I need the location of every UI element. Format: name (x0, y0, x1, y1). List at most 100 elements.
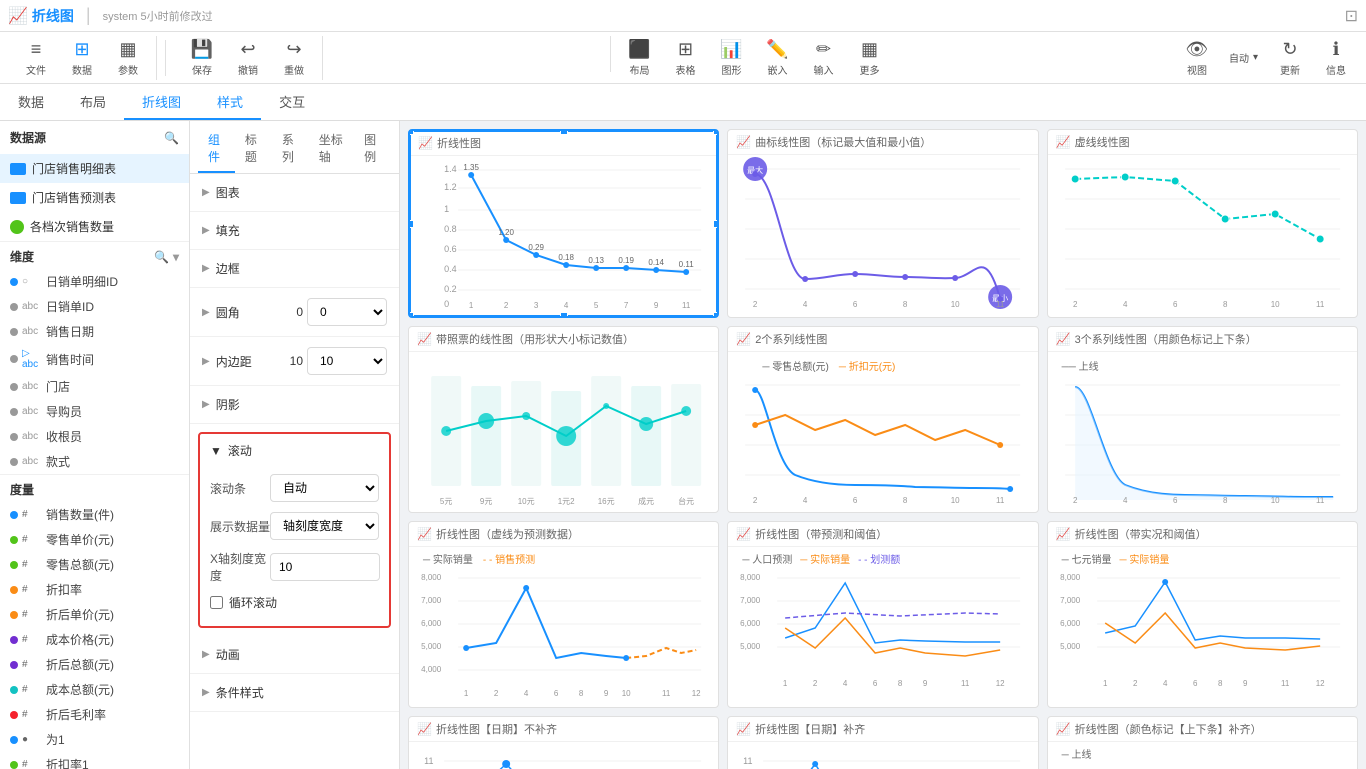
handle-tc[interactable] (560, 129, 568, 135)
section-chart-header[interactable]: ▶ 图表 (190, 174, 399, 211)
chart-card-10[interactable]: 📈 折线性图【日期】不补齐 11 10 9 (408, 716, 719, 769)
chart-card-9[interactable]: 📈 折线性图（带实况和阈值） ─ 七元销量 ─ 实际销量 8,000 7,000… (1047, 521, 1358, 708)
corner-arrow-icon: ▶ (202, 307, 210, 318)
datasource-item-1[interactable]: 门店销售明细表 (0, 154, 189, 183)
table-button[interactable]: ⊞ 表格 (663, 36, 707, 80)
chart-title-10: 📈 折线性图【日期】不补齐 (409, 717, 718, 742)
svg-text:11: 11 (1281, 679, 1290, 688)
field-item-4[interactable]: ▷ abc 销售时间 (0, 344, 189, 374)
padding-select[interactable]: 10 (307, 347, 387, 375)
field-item-5[interactable]: abc 门店 (0, 374, 189, 399)
svg-text:0.29: 0.29 (528, 243, 544, 252)
section-shadow-header[interactable]: ▶ 阴影 (190, 386, 399, 423)
chart-card-3[interactable]: 📈 虚线线性图 (1047, 129, 1358, 318)
measure-item-8[interactable]: # 成本总额(元) (0, 677, 189, 702)
chart-card-5[interactable]: 📈 2个系列线性图 ─ 零售总额(元) ─ 折扣元(元) (727, 326, 1038, 513)
info-button[interactable]: ℹ 信息 (1314, 36, 1358, 80)
datasource-actions[interactable]: 🔍 (164, 131, 179, 145)
measure-item-6[interactable]: # 成本价格(元) (0, 627, 189, 652)
tab-layout[interactable]: 布局 (62, 84, 124, 120)
scroll-section-header[interactable]: ▼ 滚动 (200, 434, 389, 467)
update-button[interactable]: ↻ 更新 (1268, 36, 1312, 80)
corner-select[interactable]: 0 (307, 298, 387, 326)
measure-item-4[interactable]: # 折扣率 (0, 577, 189, 602)
measure-item-2[interactable]: # 零售单价(元) (0, 527, 189, 552)
measure-item-11[interactable]: # 折扣率1 (0, 752, 189, 769)
condition-arrow-icon: ▶ (202, 687, 210, 698)
tab-linechart[interactable]: 折线图 (124, 84, 199, 120)
field-item-3[interactable]: abc 销售日期 (0, 319, 189, 344)
style-tab-legend[interactable]: 图例 (354, 125, 391, 173)
params-button[interactable]: ▦ 参数 (106, 36, 150, 80)
chart-card-7[interactable]: 📈 折线性图（虚线为预测数据） ─ 实际销量 - - 销售预测 8,000 7,… (408, 521, 719, 708)
datasource-item-3[interactable]: 各档次销售数量 (0, 212, 189, 241)
svg-text:5,000: 5,000 (1060, 642, 1081, 651)
handle-tl[interactable] (408, 129, 414, 135)
handle-tr[interactable] (713, 129, 719, 135)
handle-br[interactable] (713, 312, 719, 318)
chart-title-12: 📈 折线性图（颜色标记【上下条】补齐） (1048, 717, 1357, 742)
window-controls[interactable]: ⊡ (1345, 6, 1358, 26)
measure-item-3[interactable]: # 零售总额(元) (0, 552, 189, 577)
chart-card-2[interactable]: 📈 曲标线性图（标记最大值和最小值） 最大 (727, 129, 1038, 318)
style-tab-component[interactable]: 组件 (198, 125, 235, 173)
zoom-control[interactable]: 自动 ▾ (1221, 36, 1266, 80)
view-button[interactable]: 👁 视图 (1175, 36, 1219, 80)
chart-card-12[interactable]: 📈 折线性图（颜色标记【上下条】补齐） ─ 上线 1,400 1,200 1,0… (1047, 716, 1358, 769)
dimension-actions[interactable]: 🔍 ▾ (154, 250, 179, 264)
redo-button[interactable]: ↪ 重做 (272, 36, 316, 80)
section-padding-header[interactable]: ▶ 内边距 10 10 (190, 337, 399, 385)
chart-card-6[interactable]: 📈 3个系列线性图（用颜色标记上下条） ── 上线 (1047, 326, 1358, 513)
field-item-2[interactable]: abc 日销单ID (0, 294, 189, 319)
tab-data[interactable]: 数据 (0, 84, 62, 120)
chart-card-1[interactable]: 📈 折线性图 1.4 1.2 1 0.8 0.6 0.4 0.2 0 (408, 129, 719, 318)
input-button[interactable]: ✏ 输入 (801, 36, 845, 80)
show-data-select[interactable]: 轴刻度宽度 固定数量 (270, 512, 379, 540)
file-button[interactable]: ≡ 文件 (14, 36, 58, 80)
field-item-8[interactable]: abc 款式 (0, 449, 189, 474)
style-tab-series[interactable]: 系列 (272, 125, 309, 173)
style-tab-title[interactable]: 标题 (235, 125, 272, 173)
field-item-7[interactable]: abc 收根员 (0, 424, 189, 449)
measure-item-5[interactable]: # 折后单价(元) (0, 602, 189, 627)
loop-checkbox[interactable] (210, 596, 223, 609)
datasource-item-2[interactable]: 门店销售预测表 (0, 183, 189, 212)
save-button[interactable]: 💾 保存 (180, 36, 224, 80)
measure-item-1[interactable]: # 销售数量(件) (0, 502, 189, 527)
layout-button[interactable]: ⬛ 布局 (617, 36, 661, 80)
style-tab-axis[interactable]: 坐标轴 (309, 125, 354, 173)
more-button[interactable]: ▦ 更多 (847, 36, 891, 80)
handle-bc[interactable] (560, 312, 568, 318)
measure-dot-6 (10, 636, 18, 644)
section-corner-header[interactable]: ▶ 圆角 0 0 (190, 288, 399, 336)
section-border-header[interactable]: ▶ 边框 (190, 250, 399, 287)
handle-ml[interactable] (408, 220, 414, 228)
x-width-input[interactable] (270, 553, 380, 581)
svg-text:8: 8 (903, 496, 908, 505)
field-item-1[interactable]: ○ 日销单明细ID (0, 269, 189, 294)
section-animation-header[interactable]: ▶ 动画 (190, 636, 399, 673)
tab-style[interactable]: 样式 (199, 84, 261, 120)
svg-text:2: 2 (813, 679, 818, 688)
section-condition-header[interactable]: ▶ 条件样式 (190, 674, 399, 711)
handle-mr[interactable] (713, 220, 719, 228)
measure-item-7[interactable]: # 折后总额(元) (0, 652, 189, 677)
search-icon[interactable]: 🔍 (164, 131, 179, 145)
chart-card-8[interactable]: 📈 折线性图（带预测和阈值） ─ 人口预测 ─ 实际销量 - - 划测额 8,0… (727, 521, 1038, 708)
expand-dim-icon[interactable]: ▾ (173, 250, 179, 264)
shape-button[interactable]: 📊 图形 (709, 36, 753, 80)
tab-interact[interactable]: 交互 (261, 84, 323, 120)
chart-card-4[interactable]: 📈 带照票的线性图（用形状大小标记数值） (408, 326, 719, 513)
measure-item-9[interactable]: # 折后毛利率 (0, 702, 189, 727)
scrollbar-select[interactable]: 自动 始终显示 始终隐藏 (270, 474, 379, 502)
measure-item-10[interactable]: ● 为1 (0, 727, 189, 752)
field-item-6[interactable]: abc 导购员 (0, 399, 189, 424)
svg-text:6: 6 (873, 679, 878, 688)
embed-button[interactable]: ✏️ 嵌入 (755, 36, 799, 80)
chart-card-11[interactable]: 📈 折线性图【日期】补齐 11 10 9 (727, 716, 1038, 769)
search-dim-icon[interactable]: 🔍 (154, 250, 169, 264)
section-fill-header[interactable]: ▶ 填充 (190, 212, 399, 249)
data-button[interactable]: ⊞ 数据 (60, 36, 104, 80)
handle-bl[interactable] (408, 312, 414, 318)
undo-button[interactable]: ↩ 撤销 (226, 36, 270, 80)
